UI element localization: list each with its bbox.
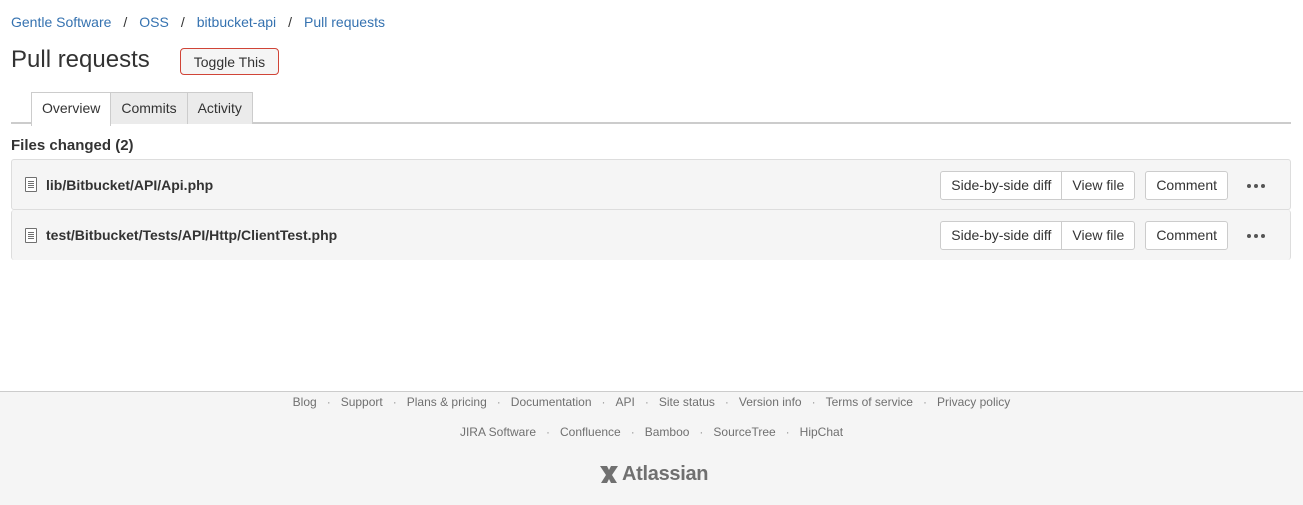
file-icon [25,177,37,192]
file-path[interactable]: test/Bitbucket/Tests/API/Http/ClientTest… [46,227,337,243]
breadcrumb-pull-requests[interactable]: Pull requests [304,13,385,31]
side-by-side-diff-button[interactable]: Side-by-side diff [940,171,1063,200]
footer-link-api[interactable]: API [616,395,635,409]
files-changed-heading: Files changed (2) [11,137,134,154]
footer-dot: · [630,425,635,439]
footer-link-confluence[interactable]: Confluence [560,425,621,439]
file-icon [25,227,37,243]
more-actions-icon[interactable] [1236,171,1276,200]
file-path[interactable]: lib/Bitbucket/API/Api.php [46,177,213,193]
atlassian-logo-text: Atlassian [622,462,709,485]
diff-button-group: Side-by-side diff View file [940,171,1136,200]
footer-link-bamboo[interactable]: Bamboo [645,425,690,439]
comment-button[interactable]: Comment [1145,221,1228,250]
footer-dot: · [326,395,331,409]
comment-button[interactable]: Comment [1145,171,1228,200]
tab-overview[interactable]: Overview [31,92,112,126]
page: Gentle Software / OSS / bitbucket-api / … [0,0,1303,505]
footer-link-sourcetree[interactable]: SourceTree [713,425,775,439]
tab-activity[interactable]: Activity [186,92,253,124]
footer-link-version-info[interactable]: Version info [739,395,802,409]
footer-dot: · [392,395,397,409]
page-title: Pull requests [11,45,150,73]
tab-commits[interactable]: Commits [110,92,188,124]
file-row: lib/Bitbucket/API/Api.php Side-by-side d… [11,159,1291,210]
atlassian-logo-icon [600,466,618,483]
footer-dot: · [785,425,790,439]
breadcrumb-separator: / [288,14,293,30]
breadcrumb: Gentle Software / OSS / bitbucket-api / … [11,13,385,31]
breadcrumb-gentle-software[interactable]: Gentle Software [11,13,111,31]
breadcrumb-separator: / [123,14,128,30]
toggle-this-button[interactable]: Toggle This [179,48,280,75]
footer-link-jira[interactable]: JIRA Software [460,425,536,439]
breadcrumb-separator: / [180,14,185,30]
footer-dot: · [811,395,816,409]
footer-link-support[interactable]: Support [341,395,383,409]
file-actions: Side-by-side diff View file Comment [940,171,1276,200]
footer-dot: · [644,395,649,409]
footer-link-privacy[interactable]: Privacy policy [937,395,1010,409]
footer-dot: · [699,425,704,439]
side-by-side-diff-button[interactable]: Side-by-side diff [940,221,1063,250]
footer: Blog · Support · Plans & pricing · Docum… [0,391,1303,505]
footer-dot: · [601,395,606,409]
file-list: lib/Bitbucket/API/Api.php Side-by-side d… [11,159,1291,260]
file-actions: Side-by-side diff View file Comment [940,221,1276,250]
footer-dot: · [496,395,501,409]
footer-link-terms[interactable]: Terms of service [826,395,913,409]
diff-button-group: Side-by-side diff View file [940,221,1136,250]
view-file-button[interactable]: View file [1061,171,1136,200]
footer-link-site-status[interactable]: Site status [659,395,715,409]
footer-links-products: JIRA Software · Confluence · Bamboo · So… [0,425,1303,439]
footer-link-plans-pricing[interactable]: Plans & pricing [407,395,487,409]
tab-bar: Overview Commits Activity [11,92,1291,126]
title-row: Pull requests Toggle This [11,44,280,75]
file-row: test/Bitbucket/Tests/API/Http/ClientTest… [11,210,1291,260]
more-actions-icon[interactable] [1236,221,1276,250]
footer-links-primary: Blog · Support · Plans & pricing · Docum… [0,395,1303,409]
atlassian-logo[interactable]: Atlassian [597,462,709,486]
footer-dot: · [724,395,729,409]
view-file-button[interactable]: View file [1061,221,1136,250]
footer-dot: · [546,425,550,439]
footer-link-documentation[interactable]: Documentation [511,395,592,409]
breadcrumb-bitbucket-api[interactable]: bitbucket-api [197,13,276,31]
breadcrumb-oss[interactable]: OSS [139,13,169,31]
footer-dot: · [922,395,927,409]
footer-link-hipchat[interactable]: HipChat [800,425,843,439]
footer-link-blog[interactable]: Blog [293,395,317,409]
